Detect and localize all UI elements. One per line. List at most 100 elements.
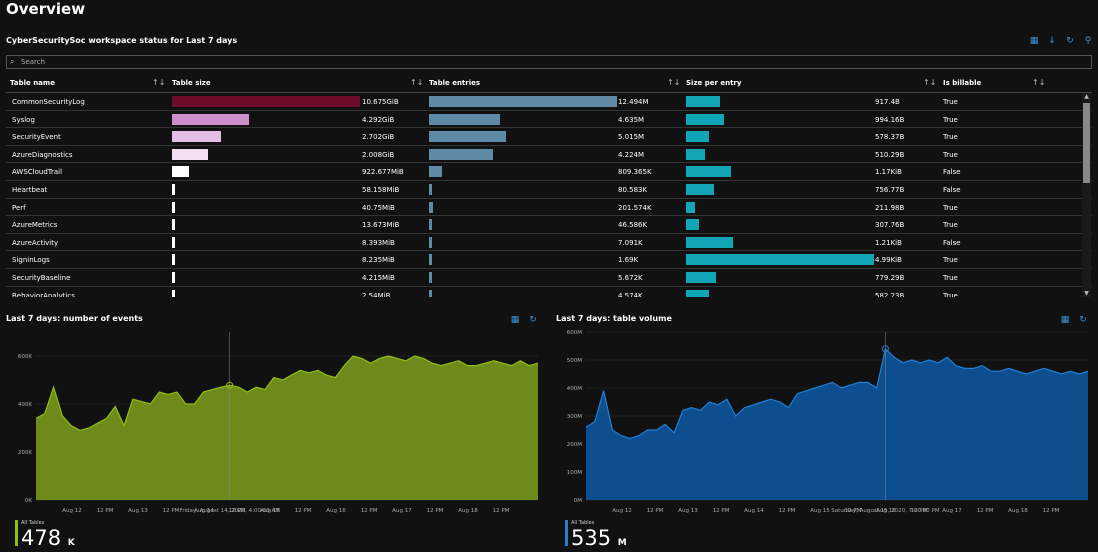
sort-icon[interactable]: ↑↓: [923, 78, 936, 87]
x-tick-label: 12 PM: [713, 508, 730, 514]
table-row[interactable]: CommonSecurityLog 10.675GiB 12.494M 917.4B T…: [6, 93, 1092, 111]
table-entries-cell: 201.574K: [618, 203, 652, 212]
pin-icon[interactable]: ⚲: [1082, 35, 1094, 47]
table-row[interactable]: Perf 40.75MiB 201.574K 211.98B True: [6, 199, 1092, 217]
search-box[interactable]: ⌕: [6, 55, 1092, 69]
search-input[interactable]: [21, 57, 1081, 67]
x-tick-label: Aug 15: [810, 508, 830, 514]
size-bar: [172, 131, 221, 143]
legend-value: 535 M: [571, 526, 627, 550]
table-entries-cell: 809.365K: [618, 168, 652, 177]
table-name-cell: SigninLogs: [12, 256, 50, 265]
table-name-cell: BehaviorAnalytics: [12, 291, 75, 297]
area-fill: [586, 348, 1088, 500]
panel-toolbar: ▦ ↓ ↻ ⚲: [1028, 35, 1094, 47]
workbook-icon[interactable]: ▦: [1028, 35, 1040, 47]
spe-bar: [686, 271, 717, 283]
table-entries-cell: 80.583K: [618, 185, 648, 194]
workbook-icon[interactable]: ▦: [509, 314, 521, 326]
table-row[interactable]: BehaviorAnalytics 2.54MiB 4.574K 582.23B Tru…: [6, 287, 1092, 297]
is-billable-cell: True: [943, 133, 958, 142]
refresh-icon[interactable]: ↻: [527, 314, 539, 326]
sort-icon[interactable]: ↑↓: [152, 78, 165, 87]
table-row[interactable]: SecurityEvent 2.702GiB 5.015M 578.37B True: [6, 128, 1092, 146]
size-per-entry-cell: 779.29B: [875, 273, 905, 282]
col-table-name[interactable]: Table name: [10, 79, 55, 87]
col-table-size[interactable]: Table size: [172, 79, 211, 87]
chart-toolbar: ▦ ↻: [509, 314, 539, 326]
cursor-label: Saturday, August 15, 2020, 7:00:00 PM: [831, 508, 940, 514]
panel-title: CyberSecuritySoc workspace status for La…: [6, 36, 238, 45]
table-size-cell: 922.677MiB: [362, 168, 404, 177]
table-size-cell: 40.75MiB: [362, 203, 395, 212]
is-billable-cell: True: [943, 256, 958, 265]
size-bar: [172, 271, 175, 283]
is-billable-cell: True: [943, 221, 958, 230]
refresh-icon[interactable]: ↻: [1077, 314, 1089, 326]
table-row[interactable]: Heartbeat 58.158MiB 80.583K 756.77B False: [6, 181, 1092, 199]
size-bar: [172, 183, 175, 195]
size-per-entry-cell: 1.21KiB: [875, 238, 902, 247]
workbook-icon[interactable]: ▦: [1059, 314, 1071, 326]
table-row[interactable]: AzureActivity 8.393MiB 7.091K 1.21KiB False: [6, 234, 1092, 252]
table-row[interactable]: SigninLogs 8.235MiB 1.69K 4.99KiB True: [6, 251, 1092, 269]
table-entries-cell: 7.091K: [618, 238, 643, 247]
events-area-chart[interactable]: 0K 200K 400K 600K Aug 12 12 PM Aug 13 12 PM Aug …: [2, 328, 542, 518]
table-name-cell: AzureMetrics: [12, 221, 58, 230]
sort-icon[interactable]: ↑↓: [667, 78, 680, 87]
table-row[interactable]: SecurityBaseline 4.215MiB 5.672K 779.29B Tru…: [6, 269, 1092, 287]
download-icon[interactable]: ↓: [1046, 35, 1058, 47]
x-tick-label: 12 PM: [97, 508, 114, 514]
size-per-entry-cell: 211.98B: [875, 203, 905, 212]
col-is-billable[interactable]: Is billable: [943, 79, 981, 87]
size-bar: [172, 96, 360, 107]
size-per-entry-cell: 917.4B: [875, 98, 900, 106]
x-tick-label: 12 PM: [779, 508, 796, 514]
size-bar: [172, 219, 175, 231]
is-billable-cell: True: [943, 115, 958, 124]
x-tick-label: 12 PM: [427, 508, 444, 514]
scroll-up-icon[interactable]: ▲: [1083, 93, 1090, 100]
x-tick-label: 12 PM: [977, 508, 994, 514]
table-name-cell: AWSCloudTrail: [12, 168, 63, 177]
entries-bar: [429, 289, 432, 297]
chart-title: Last 7 days: table volume: [556, 314, 672, 323]
y-tick-label: 400M: [567, 386, 582, 392]
refresh-icon[interactable]: ↻: [1064, 35, 1076, 47]
table-body: CommonSecurityLog 10.675GiB 12.494M 917.4B T…: [6, 93, 1092, 297]
table-name-cell: Perf: [12, 203, 26, 212]
sort-icon[interactable]: ↑↓: [1032, 78, 1045, 87]
is-billable-cell: True: [943, 203, 958, 212]
is-billable-cell: False: [943, 238, 961, 247]
y-tick-label: 300M: [567, 414, 582, 420]
y-tick-label: 600M: [567, 330, 582, 336]
size-per-entry-cell: 307.76B: [875, 221, 905, 230]
table-row[interactable]: Syslog 4.292GiB 4.635M 994.16B True: [6, 111, 1092, 129]
sort-icon[interactable]: ↑↓: [410, 78, 423, 87]
spe-bar: [686, 236, 733, 248]
table-row[interactable]: AWSCloudTrail 922.677MiB 809.365K 1.17KiB Fa…: [6, 163, 1092, 181]
scroll-down-icon[interactable]: ▼: [1083, 290, 1090, 297]
table-entries-cell: 4.635M: [618, 115, 645, 124]
table-row[interactable]: AzureDiagnostics 2.008GiB 4.224M 510.29B Tru…: [6, 146, 1092, 164]
x-tick-label: 12 PM: [647, 508, 664, 514]
table-size-cell: 10.675GiB: [362, 98, 399, 106]
entries-bar: [429, 131, 507, 143]
legend-swatch: [15, 520, 18, 546]
scroll-thumb[interactable]: [1083, 103, 1090, 183]
volume-area-chart[interactable]: 0M 100M 200M 300M 400M 500M 600M Aug 12 12 PM Aug…: [552, 328, 1092, 518]
size-per-entry-cell: 510.29B: [875, 150, 905, 159]
col-size-per-entry[interactable]: Size per entry: [686, 79, 741, 87]
size-bar: [172, 201, 175, 213]
search-icon: ⌕: [10, 57, 15, 66]
table-row[interactable]: AzureMetrics 13.673MiB 46.586K 307.76B True: [6, 216, 1092, 234]
is-billable-cell: True: [943, 291, 958, 297]
y-tick-label: 200M: [567, 442, 582, 448]
y-tick-label: 600K: [18, 354, 32, 360]
table-name-cell: AzureActivity: [12, 238, 59, 247]
size-bar: [172, 254, 175, 266]
spe-bar: [686, 289, 709, 297]
col-table-entries[interactable]: Table entries: [429, 79, 480, 87]
table-scrollbar[interactable]: ▲ ▼: [1082, 93, 1091, 297]
status-table: Table name ↑↓ Table size ↑↓ Table entrie…: [6, 75, 1092, 297]
